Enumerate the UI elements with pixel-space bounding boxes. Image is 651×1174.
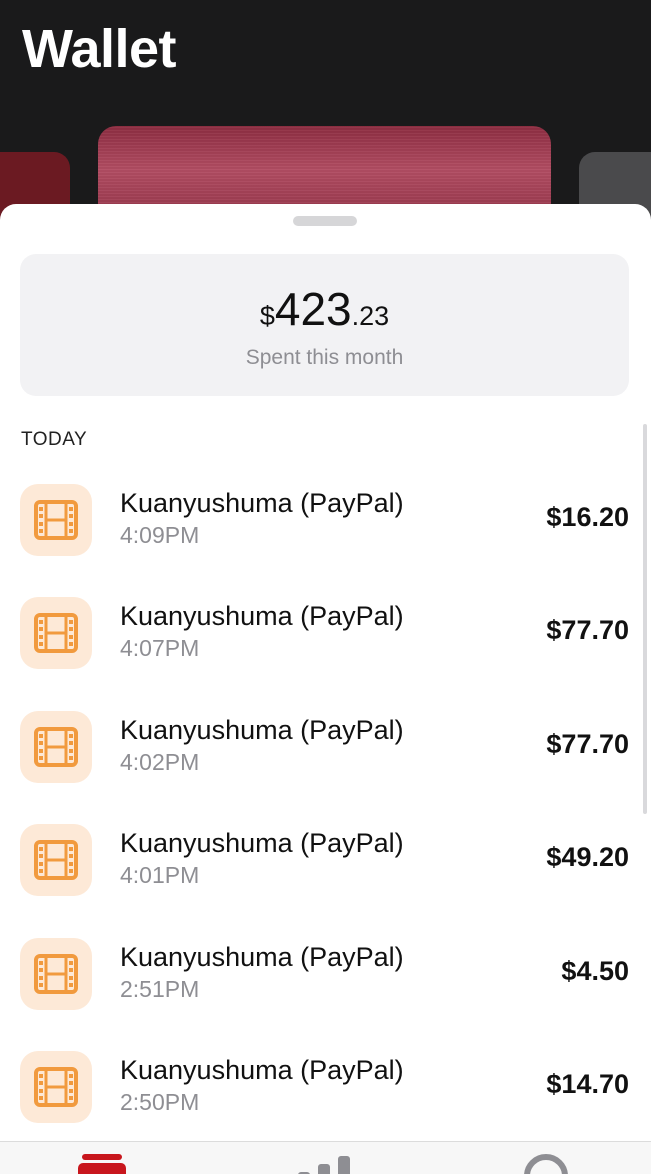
transaction-row[interactable]: Kuanyushuma (PayPal) 2:50PM $14.70 xyxy=(0,1051,651,1127)
transaction-merchant: Kuanyushuma (PayPal) xyxy=(120,488,404,518)
film-icon xyxy=(34,840,78,881)
film-icon xyxy=(34,1067,78,1107)
transaction-amount: $77.70 xyxy=(546,728,629,759)
transaction-amount: $16.20 xyxy=(546,502,629,532)
transaction-merchant: Kuanyushuma (PayPal) xyxy=(120,1055,404,1085)
transaction-category-icon xyxy=(20,824,92,897)
transaction-amount: $4.50 xyxy=(561,955,629,986)
transaction-row[interactable]: Kuanyushuma (PayPal) 4:07PM $77.70 xyxy=(0,597,651,673)
film-icon xyxy=(34,500,78,540)
transaction-category-icon xyxy=(20,1051,92,1123)
tab-wallet[interactable] xyxy=(78,1154,126,1174)
transaction-time: 2:51PM xyxy=(120,975,200,1002)
app-title: Wallet xyxy=(22,19,177,79)
amount-decimal: .23 xyxy=(351,301,390,331)
film-icon xyxy=(34,953,78,994)
tab-bar xyxy=(0,1141,651,1174)
transaction-row[interactable]: Kuanyushuma (PayPal) 4:02PM $77.70 xyxy=(0,710,651,787)
transaction-row[interactable]: Kuanyushuma (PayPal) 2:51PM $4.50 xyxy=(0,937,651,1014)
transaction-time: 4:09PM xyxy=(120,522,200,548)
transaction-merchant: Kuanyushuma (PayPal) xyxy=(120,601,404,632)
transaction-time: 4:01PM xyxy=(120,862,200,889)
section-header: TODAY xyxy=(21,429,88,450)
transaction-merchant: Kuanyushuma (PayPal) xyxy=(120,714,404,745)
wallet-icon-body xyxy=(78,1163,126,1174)
stats-icon-bar xyxy=(338,1156,350,1174)
transaction-time: 2:50PM xyxy=(120,1089,200,1115)
tab-profile[interactable] xyxy=(524,1154,568,1174)
film-icon xyxy=(34,726,78,767)
tab-stats[interactable] xyxy=(298,1156,350,1174)
film-icon xyxy=(34,613,78,654)
transaction-time: 4:07PM xyxy=(120,635,200,662)
summary-label: Spent this month xyxy=(245,346,404,369)
transaction-category-icon xyxy=(20,710,92,783)
transaction-row[interactable]: Kuanyushuma (PayPal) 4:09PM $16.20 xyxy=(0,484,651,560)
transaction-merchant: Kuanyushuma (PayPal) xyxy=(120,941,404,972)
spent-amount: $423.23 xyxy=(20,282,629,336)
amount-currency: $ xyxy=(259,301,275,331)
amount-main: 423 xyxy=(274,283,352,335)
monthly-summary: $423.23 Spent this month xyxy=(20,254,629,396)
transaction-category-icon xyxy=(20,937,92,1010)
sheet-grabber[interactable] xyxy=(293,216,357,226)
transaction-category-icon xyxy=(20,597,92,670)
transaction-amount: $77.70 xyxy=(546,615,629,646)
transaction-amount: $14.70 xyxy=(546,1069,629,1099)
transaction-row[interactable]: Kuanyushuma (PayPal) 4:01PM $49.20 xyxy=(0,824,651,900)
transaction-amount: $49.20 xyxy=(546,842,629,873)
stats-icon-bar xyxy=(318,1164,330,1174)
wallet-icon xyxy=(82,1154,122,1160)
transaction-merchant: Kuanyushuma (PayPal) xyxy=(120,828,404,859)
transaction-time: 4:02PM xyxy=(120,748,200,775)
transactions-sheet: $423.23 Spent this month TODAY Kuanyushu… xyxy=(0,204,651,1174)
transaction-category-icon xyxy=(20,484,92,556)
